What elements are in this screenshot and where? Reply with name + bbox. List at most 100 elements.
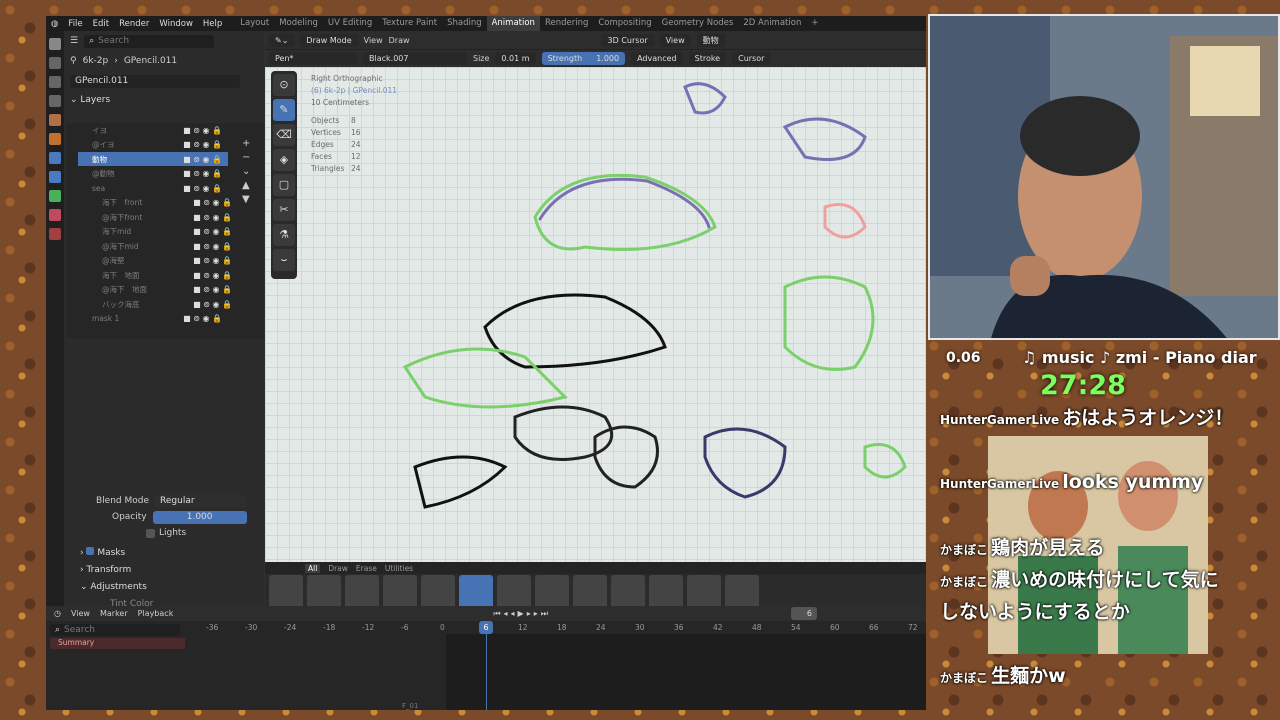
brush-preset-icon[interactable] (725, 575, 759, 606)
layer-toggle-icons[interactable]: ■ ⊚ ◉ 🔒 (193, 256, 232, 265)
brush-preset-icon[interactable] (687, 575, 721, 606)
layer-item[interactable]: @海下mid ■ ⊚ ◉ 🔒 (88, 239, 238, 253)
menu-window[interactable]: Window (154, 19, 198, 29)
add-workspace-button[interactable]: + (806, 16, 823, 31)
timeline-menu-marker[interactable]: Marker (100, 609, 128, 618)
tab-texture-paint[interactable]: Texture Paint (377, 16, 442, 31)
shelf-tab-erase[interactable]: Erase (356, 564, 377, 573)
brush-preset-icon[interactable] (649, 575, 683, 606)
brush-preset-icon[interactable] (383, 575, 417, 606)
editor-type-icon[interactable]: ◷ (54, 609, 61, 618)
tab-animation[interactable]: Animation (486, 16, 540, 31)
eyedropper-tool-icon[interactable]: ⚗ (273, 224, 295, 246)
layer-item[interactable]: 動物 ■ ⊚ ◉ 🔒 (78, 152, 228, 166)
layer-toggle-icons[interactable]: ■ ⊚ ◉ 🔒 (193, 227, 232, 236)
datablock-field[interactable]: GPencil.011 (70, 75, 240, 88)
cutter-tool-icon[interactable]: ✂ (273, 199, 295, 221)
playback-controls[interactable]: ⏮◂◂▶▸▸⏭ (493, 609, 551, 619)
data-tab-icon[interactable] (49, 190, 61, 202)
layer-item[interactable]: @海下 地面 ■ ⊚ ◉ 🔒 (88, 283, 238, 297)
tab-rendering[interactable]: Rendering (540, 16, 593, 31)
transform-panel-header[interactable]: › Transform (80, 562, 260, 579)
timeline-menu-playback[interactable]: Playback (138, 609, 174, 618)
material-dropdown[interactable]: Black.007 (363, 52, 467, 65)
summary-channel[interactable]: Summary (50, 638, 185, 649)
layer-item[interactable]: @イヨ ■ ⊚ ◉ 🔒 (78, 138, 228, 152)
layer-toggle-icons[interactable]: ■ ⊚ ◉ 🔒 (193, 213, 232, 222)
layer-toggle-icons[interactable]: ■ ⊚ ◉ 🔒 (183, 184, 222, 193)
shelf-tab-draw[interactable]: Draw (328, 564, 348, 573)
erase-tool-icon[interactable]: ⌫ (273, 124, 295, 146)
size-field[interactable]: 0.01 m (495, 52, 536, 65)
layer-toggle-icons[interactable]: ■ ⊚ ◉ 🔒 (193, 198, 232, 207)
object-tab-icon[interactable] (49, 133, 61, 145)
texture-tab-icon[interactable] (49, 228, 61, 240)
layer-toggle-icons[interactable]: ■ ⊚ ◉ 🔒 (183, 126, 222, 135)
render-tab-icon[interactable] (49, 57, 61, 69)
editor-type-dropdown[interactable]: ✎⌄ (269, 33, 295, 47)
layer-item[interactable]: イヨ ■ ⊚ ◉ 🔒 (78, 123, 228, 137)
layer-item[interactable]: バック海底 ■ ⊚ ◉ 🔒 (88, 297, 238, 311)
menu-render[interactable]: Render (114, 19, 154, 29)
modifier-tab-icon[interactable] (49, 152, 61, 164)
select-tool-icon[interactable]: ⊙ (273, 74, 295, 96)
3d-viewport[interactable]: ✎⌄ Draw Mode View Draw 3D Cursor View 動物… (265, 31, 926, 606)
brush-preset-icon[interactable] (573, 575, 607, 606)
add-layer-button[interactable]: + (242, 137, 250, 151)
layer-toggle-icons[interactable]: ■ ⊚ ◉ 🔒 (193, 285, 232, 294)
effects-tab-icon[interactable] (49, 171, 61, 183)
opacity-slider[interactable]: 1.000 (152, 510, 247, 524)
menu-help[interactable]: Help (198, 19, 227, 29)
mode-dropdown[interactable]: Draw Mode (300, 33, 358, 47)
layer-toggle-icons[interactable]: ■ ⊚ ◉ 🔒 (183, 314, 222, 323)
layer-item[interactable]: 海下 front ■ ⊚ ◉ 🔒 (88, 196, 238, 210)
stroke-dropdown[interactable]: Stroke (688, 52, 727, 65)
adjustments-panel-header[interactable]: ⌄ Adjustments (80, 579, 260, 596)
advanced-dropdown[interactable]: Advanced (631, 52, 683, 65)
scene-tab-icon[interactable] (49, 114, 61, 126)
brush-preset-icon[interactable] (421, 575, 455, 606)
shelf-tab-utilities[interactable]: Utilities (385, 564, 413, 573)
tab-2d-animation[interactable]: 2D Animation (738, 16, 806, 31)
layer-item[interactable]: 海下mid ■ ⊚ ◉ 🔒 (88, 225, 238, 239)
playhead-frame[interactable]: 6 (479, 621, 493, 634)
shelf-tab-all[interactable]: All (305, 563, 321, 573)
menu-edit[interactable]: Edit (88, 19, 114, 29)
menu-file[interactable]: File (63, 19, 87, 29)
brush-preset-icon[interactable] (345, 575, 379, 606)
layer-item[interactable]: mask 1 ■ ⊚ ◉ 🔒 (78, 312, 228, 326)
layer-specials-icon[interactable]: ⌄ (242, 165, 250, 179)
brush-dropdown[interactable]: Pen* (269, 52, 357, 65)
layer-toggle-icons[interactable]: ■ ⊚ ◉ 🔒 (193, 271, 232, 280)
layer-item[interactable]: 海下 地面 ■ ⊚ ◉ 🔒 (88, 268, 238, 282)
tab-layout[interactable]: Layout (235, 16, 274, 31)
layer-toggle-icons[interactable]: ■ ⊚ ◉ 🔒 (193, 242, 232, 251)
move-layer-down-button[interactable]: ▼ (242, 193, 250, 207)
output-tab-icon[interactable] (49, 76, 61, 88)
current-frame-field[interactable]: 6 (790, 607, 817, 620)
brush-preset-icon[interactable] (611, 575, 645, 606)
menu-view[interactable]: View (364, 36, 383, 45)
view-layer-tab-icon[interactable] (49, 95, 61, 107)
brush-preset-icon[interactable] (307, 575, 341, 606)
editor-type-icon[interactable]: ☰ (70, 36, 78, 46)
layers-panel-header[interactable]: ⌄ Layers (66, 92, 264, 108)
view-dropdown[interactable]: View (659, 33, 691, 47)
strength-slider[interactable]: Strength 1.000 (541, 52, 626, 65)
material-tab-icon[interactable] (49, 209, 61, 221)
layer-toggle-icons[interactable]: ■ ⊚ ◉ 🔒 (183, 140, 222, 149)
brush-preset-icon[interactable] (497, 575, 531, 606)
fill-tool-icon[interactable]: ◈ (273, 149, 295, 171)
timeline-menu-view[interactable]: View (71, 609, 90, 618)
playhead-line[interactable] (486, 621, 487, 710)
layer-item[interactable]: @海堅 ■ ⊚ ◉ 🔒 (88, 254, 238, 268)
tab-uv-editing[interactable]: UV Editing (323, 16, 377, 31)
blend-mode-select[interactable]: Regular (155, 494, 248, 508)
curve-tool-icon[interactable]: ⌣ (273, 249, 295, 271)
move-layer-up-button[interactable]: ▲ (242, 179, 250, 193)
lights-checkbox[interactable] (146, 528, 155, 538)
tab-modeling[interactable]: Modeling (274, 16, 323, 31)
layer-item[interactable]: @動物 ■ ⊚ ◉ 🔒 (78, 167, 228, 181)
properties-search[interactable]: ⌕ Search (84, 34, 215, 48)
layer-toggle-icons[interactable]: ■ ⊚ ◉ 🔒 (183, 155, 222, 164)
